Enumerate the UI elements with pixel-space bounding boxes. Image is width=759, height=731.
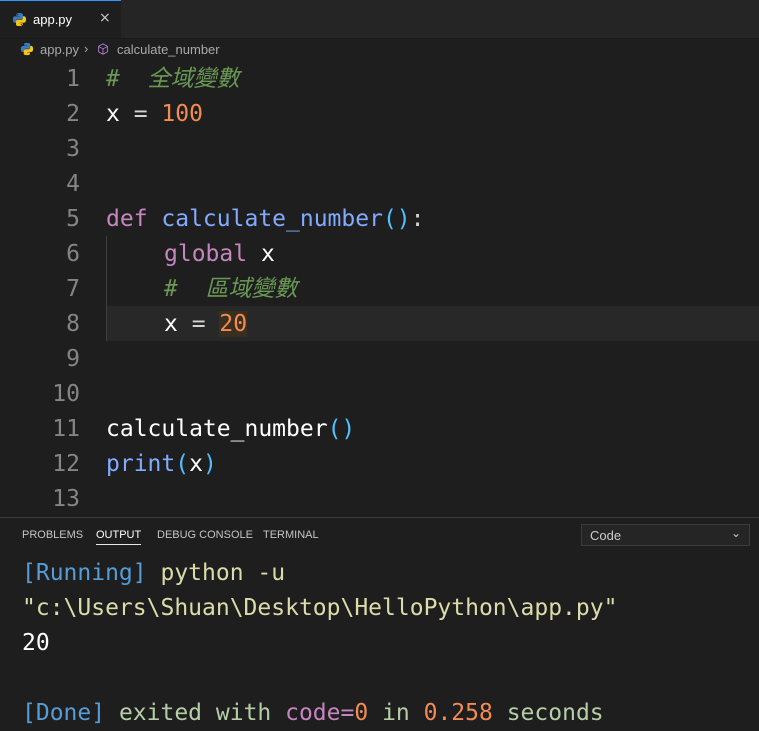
seconds-text: seconds [492,700,604,726]
comment: # 區域變數 [164,276,298,302]
line-number: 1 [66,66,80,92]
program-output: 20 [22,630,50,656]
line-content: # 區域變數 [164,272,298,307]
code-line: 4 [0,167,759,202]
bottom-panel: PROBLEMS OUTPUT DEBUG CONSOLE TERMINAL C… [0,517,759,728]
output-line: [Done] exited with code=0 in 0.258 secon… [22,696,617,731]
keyword: global [164,241,248,267]
select-value: Code [590,528,622,543]
line-number: 9 [66,346,80,372]
in-text: in [368,700,424,726]
python-file-icon [12,12,27,27]
code-label: code [285,700,341,726]
variable: x [164,311,178,337]
code-line: 11 calculate_number() [0,412,759,447]
number-literal: 20 [219,311,248,337]
line-number: 13 [52,486,80,512]
function-name: calculate_number [147,206,383,232]
chevron-right-icon: › [84,41,89,56]
tab-output[interactable]: OUTPUT [96,529,142,545]
python-file-icon [20,42,34,56]
tab-label: app.py [33,12,73,27]
breadcrumb: app.py › calculate_number [0,39,759,61]
tab-problems[interactable]: PROBLEMS [22,529,83,541]
line-number: 12 [52,451,80,477]
code-line: 9 [0,342,759,377]
line-number: 8 [66,311,80,337]
line-content: calculate_number() [106,412,355,447]
code-line: 13 [0,482,759,517]
equals: = [340,700,355,726]
operator: = [119,101,162,127]
running-label: [Running] [22,560,147,586]
code-line: 8 x = 20 [0,307,759,342]
output-log: [Running] python -u "c:\Users\Shuan\Deskt… [22,556,617,731]
close-icon[interactable]: × [99,10,111,26]
output-line: [Running] python -u [22,556,617,591]
parentheses: () [382,206,411,232]
line-content: x = 20 [164,307,248,342]
done-label: [Done] [22,700,106,726]
output-line: "c:\Users\Shuan\Desktop\HelloPython\app.… [22,591,617,626]
code-editor[interactable]: 1 # 全域變數 2 x = 100 3 4 5 def calculate_n… [0,62,759,517]
code-line: 3 [0,132,759,167]
colon: : [410,206,425,232]
keyword: def [106,206,148,232]
output-channel-select[interactable]: Code ⌄ [581,524,750,546]
elapsed-time: 0.258 [423,700,493,726]
code-line: 7 # 區域變數 [0,272,759,307]
open-paren: ( [175,451,190,477]
code-line: 6 global x [0,237,759,272]
line-number: 10 [52,381,80,407]
line-content: # 全域變數 [106,62,240,97]
variable: x [247,241,275,267]
line-number: 4 [66,171,80,197]
tab-app-py[interactable]: app.py × [0,0,121,38]
function-call: calculate_number [106,416,328,442]
run-command: python -u [146,560,286,586]
code-line: 5 def calculate_number(): [0,202,759,237]
tab-debug-console[interactable]: DEBUG CONSOLE [157,529,253,541]
line-number: 5 [66,206,80,232]
tab-terminal[interactable]: TERMINAL [263,529,319,541]
operator: = [177,311,220,337]
output-line: 20 [22,626,617,661]
line-content: x = 100 [106,97,203,132]
line-number: 7 [66,276,80,302]
line-content: def calculate_number(): [106,202,425,237]
number-literal: 100 [161,101,203,127]
line-number: 3 [66,136,80,162]
method-cube-icon [98,43,108,55]
comment: # 全域變數 [106,66,240,92]
line-content: global x [164,237,275,272]
line-number: 6 [66,241,80,267]
breadcrumb-symbol[interactable]: calculate_number [117,42,220,57]
variable: x [189,451,203,477]
editor-tab-bar: app.py × [0,0,759,39]
breadcrumb-file[interactable]: app.py [40,42,79,57]
run-path: "c:\Users\Shuan\Desktop\HelloPython\app.… [22,595,618,621]
code-line: 12 print(x) [0,447,759,482]
parentheses: () [327,416,356,442]
variable: x [106,101,120,127]
exited-text: exited with [105,700,286,726]
code-line: 1 # 全域變數 [0,62,759,97]
exit-code: 0 [354,700,369,726]
code-line: 2 x = 100 [0,97,759,132]
chevron-down-icon: ⌄ [730,526,741,540]
line-content: print(x) [106,447,217,482]
code-line: 10 [0,377,759,412]
close-paren: ) [202,451,217,477]
line-number: 2 [66,101,80,127]
line-number: 11 [52,416,80,442]
builtin-function: print [106,451,176,477]
